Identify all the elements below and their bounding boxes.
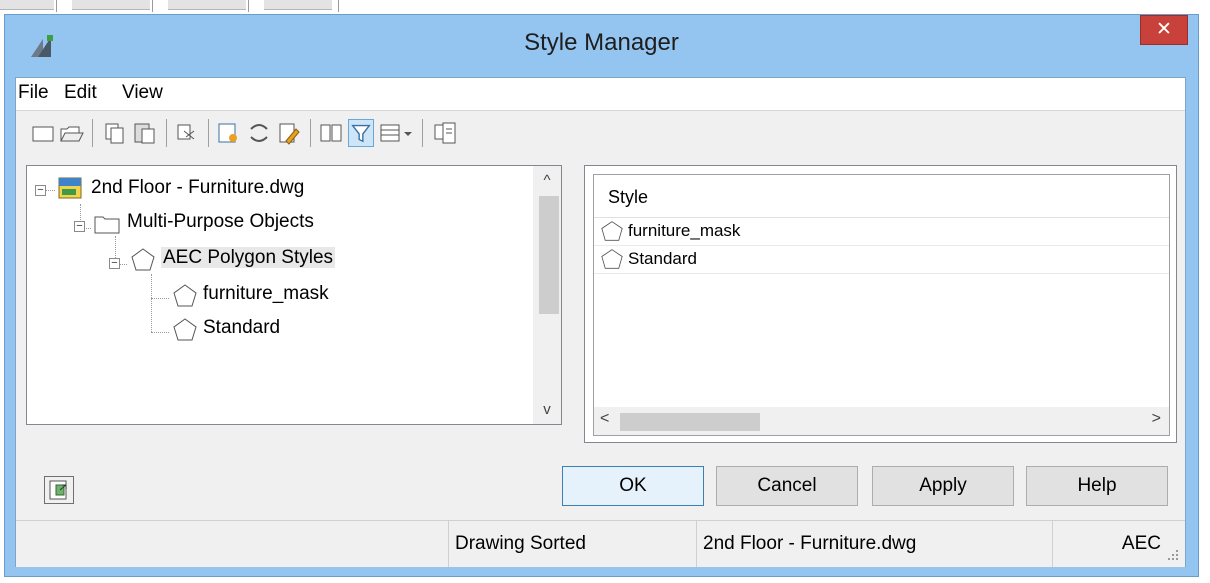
polygon-icon bbox=[601, 249, 623, 269]
collapse-polygon-styles-toggle[interactable]: − bbox=[109, 258, 120, 269]
ok-button[interactable]: OK bbox=[562, 466, 704, 506]
tree-item-drawing[interactable]: 2nd Floor - Furniture.dwg bbox=[91, 174, 304, 202]
scroll-up-arrow[interactable]: ^ bbox=[533, 172, 561, 189]
list-horizontal-scrollbar[interactable]: < > bbox=[594, 407, 1169, 435]
list-item-label: Standard bbox=[628, 249, 697, 268]
tree-item-label: Multi-Purpose Objects bbox=[127, 211, 314, 232]
title-bar[interactable]: Style Manager ✕ bbox=[5, 15, 1198, 77]
open-icon[interactable] bbox=[58, 119, 84, 147]
edit-style-icon[interactable] bbox=[276, 119, 302, 147]
inline-edit-icon[interactable] bbox=[432, 119, 458, 147]
tree-item-aec-polygon-styles[interactable]: AEC Polygon Styles bbox=[161, 244, 336, 272]
drawing-file-icon bbox=[58, 177, 82, 199]
tree-item-multi-purpose-objects[interactable]: Multi-Purpose Objects bbox=[127, 208, 314, 236]
new-icon[interactable] bbox=[30, 119, 56, 147]
help-button[interactable]: Help bbox=[1026, 466, 1168, 506]
import-export-button[interactable] bbox=[44, 476, 74, 504]
scroll-left-arrow[interactable]: < bbox=[600, 410, 609, 428]
style-list[interactable]: Style furniture_mask Standard < > bbox=[593, 174, 1170, 436]
tree-item-standard[interactable]: Standard bbox=[203, 314, 280, 342]
copy-icon[interactable] bbox=[102, 119, 128, 147]
list-item[interactable]: furniture_mask bbox=[594, 218, 1169, 246]
polygon-icon bbox=[173, 318, 197, 341]
column-header-label: Style bbox=[608, 187, 649, 207]
collapse-drawing-toggle[interactable]: − bbox=[35, 185, 46, 196]
new-style-icon[interactable] bbox=[216, 119, 242, 147]
filter-icon[interactable] bbox=[348, 119, 374, 147]
menu-edit[interactable]: Edit bbox=[64, 82, 97, 104]
polygon-icon bbox=[601, 221, 623, 241]
status-file: 2nd Floor - Furniture.dwg bbox=[696, 521, 1052, 567]
style-tree[interactable]: − 2nd Floor - Furniture.dwg − Multi-Purp… bbox=[26, 165, 562, 425]
menu-view[interactable]: View bbox=[122, 82, 163, 104]
scroll-thumb[interactable] bbox=[539, 196, 559, 314]
column-header-style[interactable]: Style bbox=[594, 175, 1169, 218]
polygon-icon bbox=[173, 284, 197, 307]
polygon-icon bbox=[131, 248, 155, 271]
view-options-icon[interactable] bbox=[378, 119, 404, 147]
resize-grip-icon[interactable] bbox=[1167, 549, 1179, 561]
apply-button[interactable]: Apply bbox=[872, 466, 1014, 506]
tree-item-label: furniture_mask bbox=[203, 283, 329, 304]
purge-icon[interactable] bbox=[174, 119, 200, 147]
list-item-label: furniture_mask bbox=[628, 221, 741, 240]
toggle-view-icon[interactable] bbox=[318, 119, 344, 147]
cancel-button[interactable]: Cancel bbox=[716, 466, 858, 506]
toolbar bbox=[16, 111, 1185, 157]
import-export-icon bbox=[49, 480, 67, 500]
status-sort: Drawing Sorted bbox=[448, 521, 696, 567]
tree-vertical-scrollbar[interactable]: ^ v bbox=[533, 166, 561, 424]
list-item[interactable]: Standard bbox=[594, 246, 1169, 274]
close-button[interactable]: ✕ bbox=[1140, 15, 1188, 45]
background-window-edge bbox=[0, 0, 340, 14]
status-bar: Drawing Sorted 2nd Floor - Furniture.dwg… bbox=[16, 520, 1185, 567]
folder-icon bbox=[94, 216, 120, 234]
menu-file[interactable]: File bbox=[18, 82, 49, 104]
tree-item-label: AEC Polygon Styles bbox=[161, 247, 336, 268]
style-manager-window: Style Manager ✕ File Edit View − 2nd Flo… bbox=[4, 14, 1199, 577]
menu-bar: File Edit View bbox=[16, 78, 1185, 111]
collapse-mpo-toggle[interactable]: − bbox=[74, 221, 85, 232]
scroll-right-arrow[interactable]: > bbox=[1152, 410, 1161, 428]
dropdown-arrow-icon[interactable] bbox=[402, 119, 414, 147]
dialog-client-area: File Edit View − 2nd Floor - Furniture.d… bbox=[15, 77, 1186, 567]
set-from-icon[interactable] bbox=[246, 119, 272, 147]
scroll-thumb[interactable] bbox=[620, 413, 760, 431]
tree-item-furniture-mask[interactable]: furniture_mask bbox=[203, 280, 329, 308]
tree-item-label: 2nd Floor - Furniture.dwg bbox=[91, 177, 305, 198]
paste-icon[interactable] bbox=[132, 119, 158, 147]
window-title: Style Manager bbox=[524, 29, 679, 56]
scroll-down-arrow[interactable]: v bbox=[533, 401, 561, 418]
tree-item-label: Standard bbox=[203, 317, 281, 338]
style-list-pane: Style furniture_mask Standard < > bbox=[584, 165, 1177, 443]
